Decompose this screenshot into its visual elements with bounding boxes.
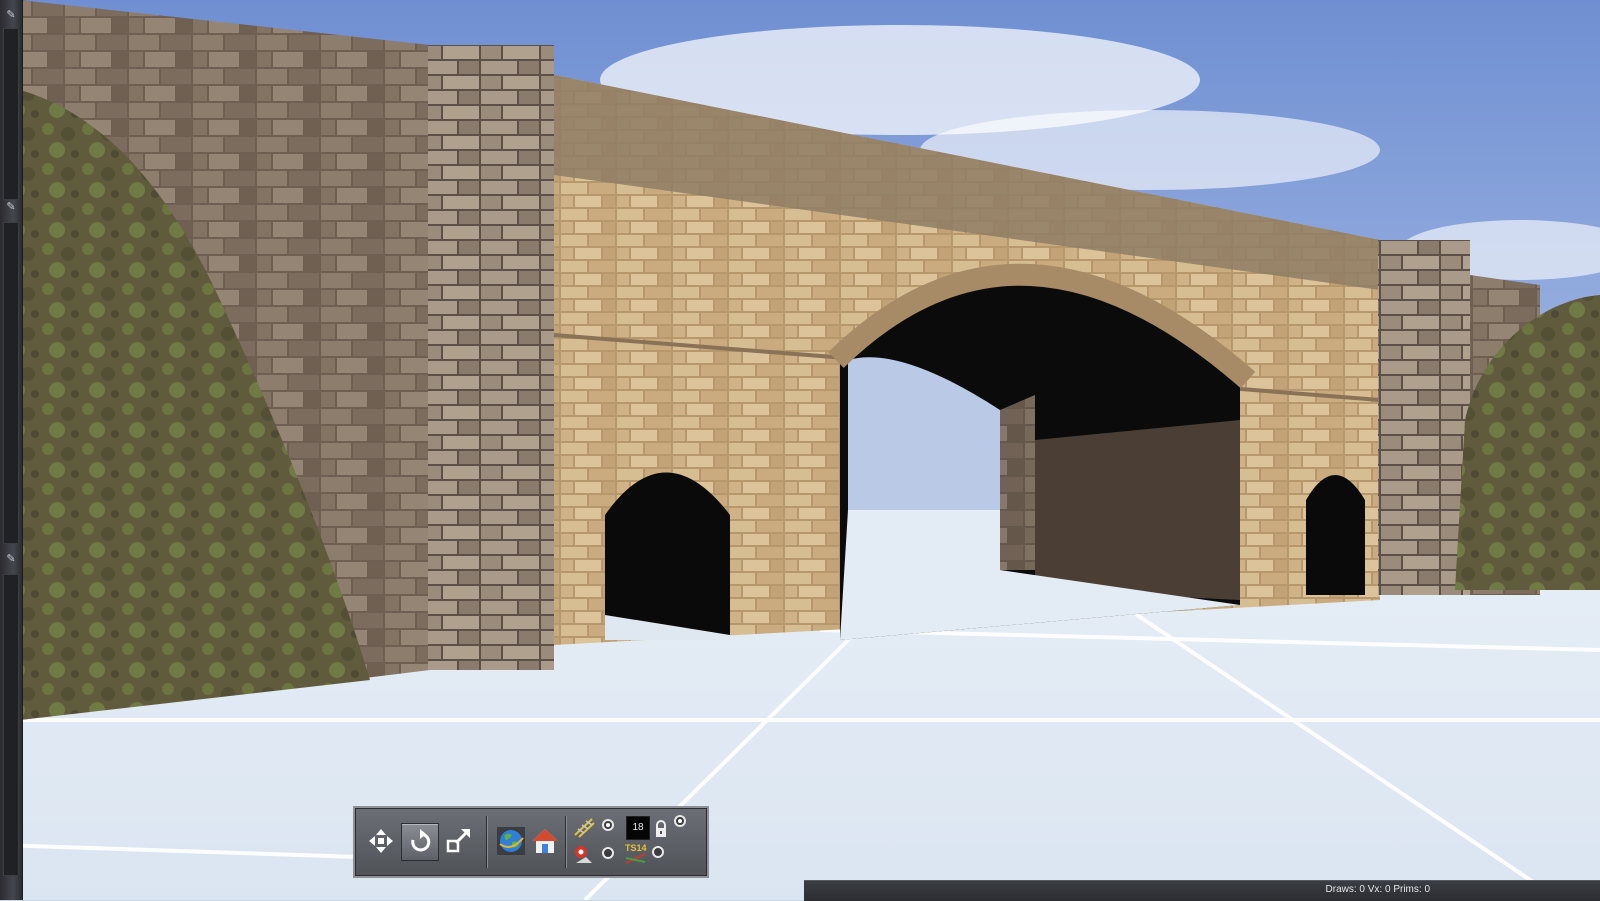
dock-panel-collapsed[interactable]: [3, 222, 19, 544]
ts14-radio[interactable]: [652, 846, 664, 858]
track-tool-button[interactable]: [571, 814, 597, 840]
right-pilaster: [1378, 240, 1470, 595]
3d-viewport[interactable]: [0, 0, 1600, 900]
object-tool-radio[interactable]: [602, 847, 614, 859]
pin-icon[interactable]: ✎: [3, 552, 19, 566]
rotate-icon: [411, 829, 431, 852]
dock-panel-collapsed[interactable]: [3, 28, 19, 200]
left-pilaster: [428, 45, 554, 670]
editor-toolbar: 18 TS14: [353, 806, 709, 878]
ts14-logo-icon: TS14: [625, 843, 647, 864]
globe-icon: [497, 827, 525, 855]
rotate-tool-button[interactable]: [401, 823, 439, 861]
pin-icon[interactable]: ✎: [3, 8, 19, 22]
move-tool-button[interactable]: [363, 823, 399, 859]
padlock-icon[interactable]: [654, 820, 668, 838]
dock-panel-collapsed[interactable]: [3, 574, 19, 876]
track-lines-icon: [574, 818, 595, 838]
lock-radio[interactable]: [674, 815, 686, 827]
ts14-button[interactable]: TS14: [623, 840, 649, 866]
home-view-button[interactable]: [527, 823, 563, 859]
svg-text:TS14: TS14: [625, 843, 647, 853]
speed-value-box[interactable]: 18: [626, 816, 650, 840]
object-place-icon: [575, 846, 592, 863]
status-bar: Draws: 0 Vx: 0 Prims: 0: [804, 880, 1600, 901]
scale-tool-button[interactable]: [441, 823, 477, 859]
left-dock-rail: ✎ ✎ ✎: [0, 0, 23, 900]
track-tool-radio[interactable]: [602, 819, 614, 831]
object-tool-button[interactable]: [571, 842, 597, 868]
house-icon: [532, 829, 558, 853]
left-small-arch: [605, 472, 730, 640]
right-small-arch: [1306, 475, 1365, 595]
pin-icon[interactable]: ✎: [3, 200, 19, 214]
globe-view-button[interactable]: [493, 823, 529, 859]
scale-arrows-icon: [446, 829, 470, 853]
arrows-cross-icon: [369, 829, 393, 853]
status-text: Draws: 0 Vx: 0 Prims: 0: [1325, 884, 1430, 895]
